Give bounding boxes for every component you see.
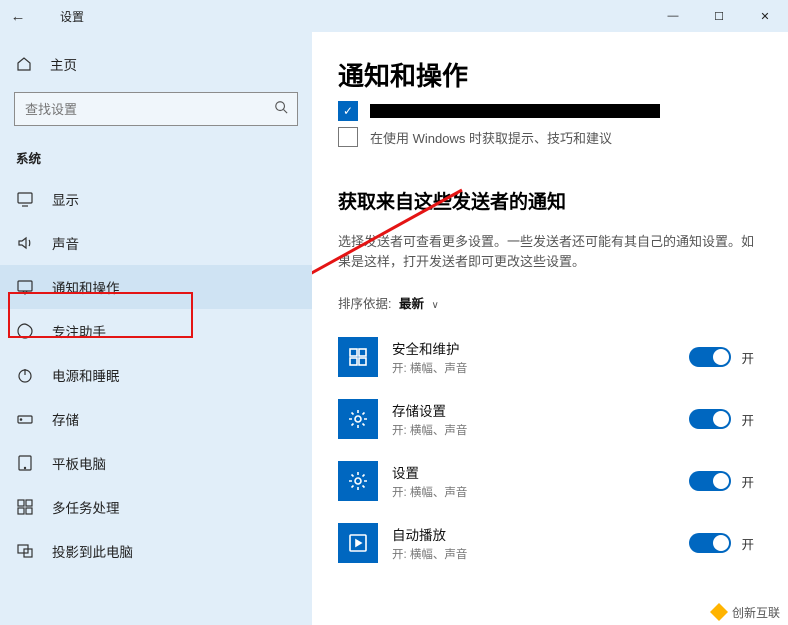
sidebar-item-label: 专注助手 (52, 321, 106, 341)
home-link[interactable]: 主页 (0, 46, 312, 82)
sender-subtitle: 开: 横幅、声音 (392, 546, 675, 562)
sender-name: 自动播放 (392, 524, 675, 544)
main-content: 通知和操作 ✓ 在使用 Windows 时获取提示、技巧和建议 获取来自这些发送… (312, 32, 788, 625)
tablet-icon (16, 454, 34, 472)
sender-info: 存储设置 开: 横幅、声音 (392, 400, 675, 438)
sender-subtitle: 开: 横幅、声音 (392, 422, 675, 438)
sidebar-item-label: 声音 (52, 233, 79, 253)
sidebar-item-storage[interactable]: 存储 (0, 397, 312, 441)
section-heading: 获取来自这些发送者的通知 (338, 187, 762, 214)
sender-row[interactable]: 安全和维护 开: 横幅、声音 开 (338, 326, 762, 388)
notifications-icon (16, 278, 34, 296)
back-button[interactable]: ← (0, 8, 36, 25)
sound-icon (16, 234, 34, 252)
sidebar-item-focus[interactable]: 专注助手 (0, 309, 312, 353)
sender-info: 安全和维护 开: 横幅、声音 (392, 338, 675, 376)
sidebar-item-project[interactable]: 投影到此电脑 (0, 529, 312, 573)
option-tips[interactable]: 在使用 Windows 时获取提示、技巧和建议 (338, 127, 762, 147)
multitask-icon (16, 498, 34, 516)
sender-subtitle: 开: 横幅、声音 (392, 484, 675, 500)
watermark-logo-icon (710, 603, 728, 621)
category-header: 系统 (16, 148, 312, 167)
sidebar-item-power[interactable]: 电源和睡眠 (0, 353, 312, 397)
toggle-label: 开 (741, 410, 754, 429)
app-icon (338, 337, 378, 377)
option-obscured-label (370, 104, 660, 118)
option-tips-label: 在使用 Windows 时获取提示、技巧和建议 (370, 128, 612, 147)
page-heading: 通知和操作 (338, 56, 762, 93)
chevron-down-icon: ∨ (431, 300, 438, 311)
toggle-switch[interactable] (689, 471, 731, 491)
option-row[interactable]: ✓ (338, 101, 762, 121)
app-icon (338, 523, 378, 563)
sender-name: 安全和维护 (392, 338, 675, 358)
sidebar-item-multitask[interactable]: 多任务处理 (0, 485, 312, 529)
sidebar-item-label: 电源和睡眠 (52, 365, 120, 385)
watermark-text: 创新互联 (732, 604, 780, 621)
sidebar-item-sound[interactable]: 声音 (0, 221, 312, 265)
sidebar: 主页 系统 显示声音通知和操作专注助手电源和睡眠存储平板电脑多任务处理投影到此电… (0, 32, 312, 625)
search-input[interactable] (14, 92, 298, 126)
power-icon (16, 366, 34, 384)
toggle-switch[interactable] (689, 347, 731, 367)
home-icon (16, 56, 32, 72)
app-icon (338, 399, 378, 439)
sidebar-item-label: 投影到此电脑 (52, 541, 133, 561)
section-description: 选择发送者可查看更多设置。一些发送者还可能有其自己的通知设置。如果是这样，打开发… (338, 232, 758, 271)
app-icon (338, 461, 378, 501)
toggle-label: 开 (741, 472, 754, 491)
search-icon (274, 100, 288, 117)
sender-list: 安全和维护 开: 横幅、声音 开 存储设置 开: 横幅、声音 开 设置 开: 横… (338, 326, 762, 574)
sender-info: 设置 开: 横幅、声音 (392, 462, 675, 500)
sender-info: 自动播放 开: 横幅、声音 (392, 524, 675, 562)
sender-row[interactable]: 存储设置 开: 横幅、声音 开 (338, 388, 762, 450)
sidebar-item-label: 平板电脑 (52, 453, 106, 473)
checkbox-checked-icon: ✓ (338, 101, 358, 121)
sidebar-item-label: 显示 (52, 189, 79, 209)
sidebar-item-label: 存储 (52, 409, 79, 429)
toggle-label: 开 (741, 534, 754, 553)
toggle-switch[interactable] (689, 533, 731, 553)
sort-label: 排序依据: (338, 297, 391, 311)
sort-control[interactable]: 排序依据: 最新 ∨ (338, 293, 762, 312)
title-bar: ← 设置 — ☐ ✕ (0, 0, 788, 32)
sender-row[interactable]: 自动播放 开: 横幅、声音 开 (338, 512, 762, 574)
minimize-button[interactable]: — (650, 0, 696, 32)
window-controls: — ☐ ✕ (650, 0, 788, 32)
close-button[interactable]: ✕ (742, 0, 788, 32)
sidebar-item-notifications[interactable]: 通知和操作 (0, 265, 312, 309)
watermark: 创新互联 (710, 603, 780, 621)
display-icon (16, 190, 34, 208)
maximize-button[interactable]: ☐ (696, 0, 742, 32)
checkbox-unchecked-icon (338, 127, 358, 147)
toggle-switch[interactable] (689, 409, 731, 429)
storage-icon (16, 410, 34, 428)
home-label: 主页 (50, 54, 77, 74)
search-box[interactable] (14, 92, 298, 126)
sort-value: 最新 (399, 297, 424, 311)
sidebar-item-label: 通知和操作 (52, 277, 120, 297)
sidebar-item-label: 多任务处理 (52, 497, 120, 517)
project-icon (16, 542, 34, 560)
sender-subtitle: 开: 横幅、声音 (392, 360, 675, 376)
sender-name: 存储设置 (392, 400, 675, 420)
sender-name: 设置 (392, 462, 675, 482)
sender-row[interactable]: 设置 开: 横幅、声音 开 (338, 450, 762, 512)
window-title: 设置 (60, 8, 84, 25)
toggle-label: 开 (741, 348, 754, 367)
focus-icon (16, 322, 34, 340)
sidebar-item-display[interactable]: 显示 (0, 177, 312, 221)
sidebar-item-tablet[interactable]: 平板电脑 (0, 441, 312, 485)
